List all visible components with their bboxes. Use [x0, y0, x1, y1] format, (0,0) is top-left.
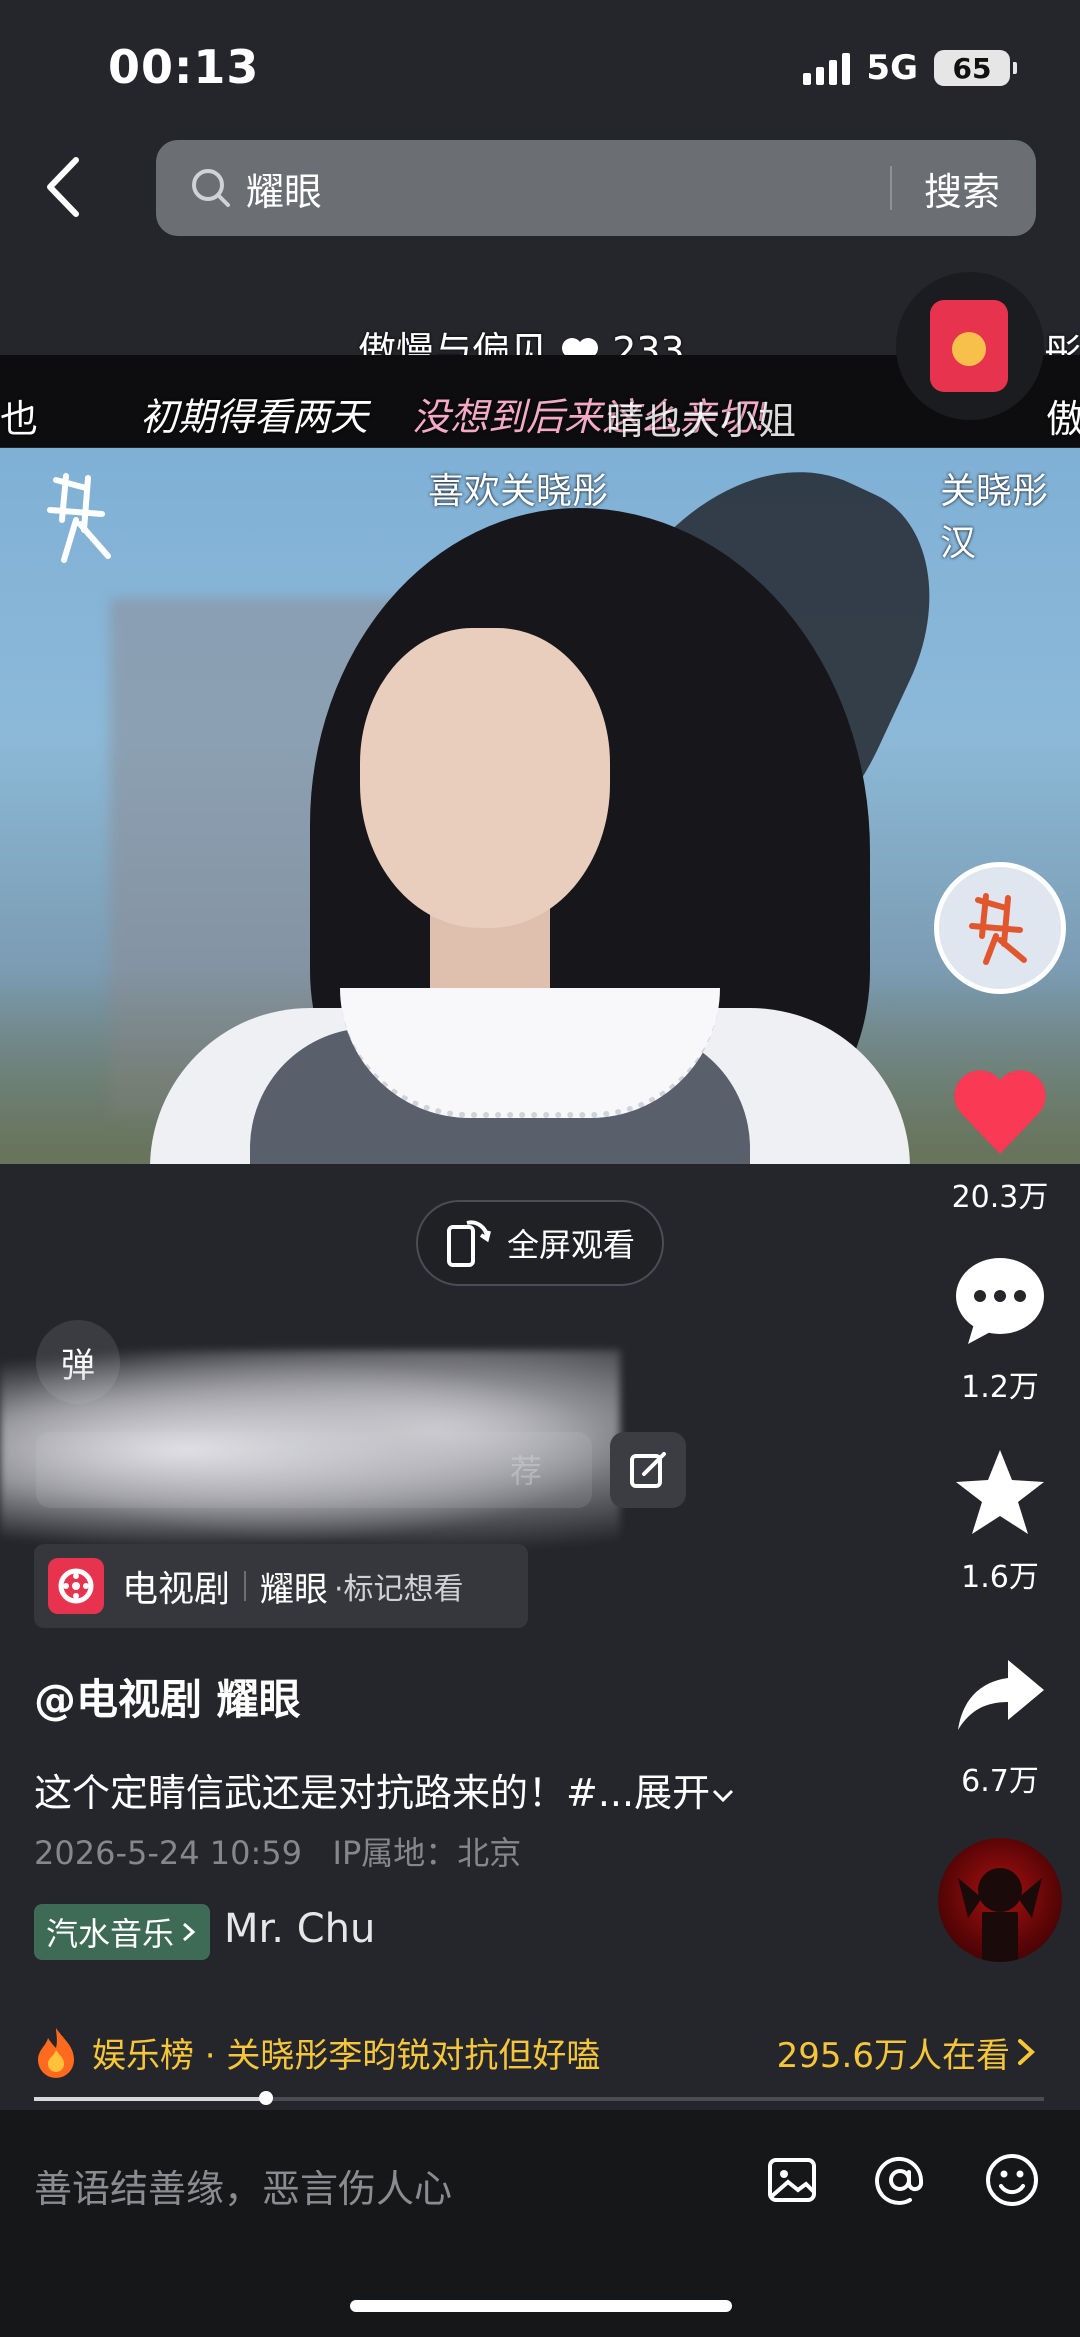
danmu-item: 初期得看两天 — [140, 395, 369, 439]
share-arrow-icon[interactable] — [950, 1646, 1050, 1742]
video-player[interactable] — [0, 448, 1080, 1164]
comment-input[interactable]: 善语结善缘，恶言伤人心 — [34, 2158, 452, 2213]
red-packet-icon[interactable] — [930, 300, 1008, 392]
drama-type: 电视剧 — [122, 1569, 231, 1610]
emoji-icon[interactable] — [982, 2150, 1042, 2210]
hot-viewers: 295.6万人在看 — [776, 2035, 1010, 2076]
like-count: 20.3万 — [951, 1180, 1049, 1215]
edit-danmu-button[interactable] — [610, 1432, 686, 1508]
chevron-down-icon[interactable] — [710, 1786, 736, 1806]
signal-icon — [803, 51, 851, 85]
danmu-item: 关晓彤汉 — [940, 471, 1049, 564]
fire-icon — [38, 2028, 74, 2078]
hot-list-bar[interactable]: 娱乐榜 · 关晓彤李昀锐对抗但好嗑 295.6万人在看 — [34, 2022, 1044, 2082]
expand-button[interactable]: 展开 — [634, 1771, 710, 1815]
danmu-item: 晴也大小姐 — [606, 399, 797, 443]
favorite-count: 1.6万 — [961, 1560, 1039, 1595]
like-heart-icon[interactable] — [950, 1064, 1050, 1160]
fullscreen-label: 全屏观看 — [506, 1226, 635, 1264]
danmu-item: 也 — [0, 397, 39, 441]
show-avatar[interactable] — [934, 862, 1066, 994]
author-name[interactable]: @电视剧 耀眼 — [34, 1666, 301, 1727]
face-shape — [360, 628, 610, 928]
edit-icon — [630, 1452, 666, 1488]
show-logo-icon — [969, 893, 1027, 965]
drama-name: 耀眼 — [260, 1569, 329, 1610]
video-progress-bar[interactable] — [34, 2091, 1044, 2105]
show-logo-icon — [47, 473, 111, 563]
music-tag-label: 汽水音乐 — [46, 1915, 175, 1953]
caption-text: 这个定睛信武还是对抗路来的！#... — [34, 1771, 635, 1815]
image-icon[interactable] — [762, 2150, 822, 2210]
fullscreen-button[interactable]: 全屏观看 — [416, 1200, 664, 1286]
comment-bubble-icon[interactable] — [950, 1252, 1050, 1348]
share-count: 6.7万 — [961, 1764, 1039, 1799]
mark-want-button[interactable]: ·标记想看 — [334, 1564, 464, 1608]
danmu-item: 傲 — [1046, 397, 1080, 441]
hot-list-text: 娱乐榜 · 关晓彤李昀锐对抗但好嗑 — [92, 2035, 601, 2076]
back-arrow-icon[interactable] — [40, 152, 90, 222]
caption: 这个定睛信武还是对抗路来的！#...展开 — [34, 1762, 736, 1817]
danmu-item: 喜欢关晓彤 — [428, 471, 609, 512]
tv-series-icon — [48, 1558, 104, 1614]
rotate-screen-icon — [446, 1220, 491, 1267]
favorite-star-icon[interactable] — [950, 1444, 1050, 1540]
comment-count: 1.2万 — [961, 1370, 1039, 1405]
at-mention-icon[interactable] — [870, 2150, 930, 2210]
chevron-right-icon — [183, 1922, 196, 1942]
author-avatar[interactable] — [938, 1838, 1062, 1962]
search-button[interactable]: 搜索 — [892, 161, 1036, 216]
avatar-figure-icon — [958, 1868, 1042, 1962]
music-tag[interactable]: 汽水音乐 — [34, 1904, 211, 1960]
progress-knob[interactable] — [259, 2091, 274, 2105]
status-indicators: 5G 65 — [803, 48, 1017, 88]
progress-fill — [34, 2097, 267, 2101]
search-bar[interactable]: 耀眼 搜索 — [156, 140, 1036, 236]
post-meta: 2026-5-24 10:59 IP属地：北京 — [34, 1834, 522, 1872]
search-icon — [192, 169, 230, 207]
chevron-right-icon — [1018, 2039, 1035, 2065]
network-type: 5G — [866, 48, 918, 88]
home-indicator[interactable] — [350, 2300, 732, 2312]
drama-divider — [244, 1571, 247, 1601]
status-time: 00:13 — [108, 40, 260, 94]
drama-tag[interactable]: 电视剧 耀眼 ·标记想看 — [34, 1544, 528, 1628]
search-input[interactable]: 耀眼 — [246, 161, 890, 216]
battery-icon: 65 — [934, 50, 1017, 86]
music-name[interactable]: Mr. Chu — [224, 1906, 375, 1952]
privacy-blur — [0, 1350, 620, 1550]
